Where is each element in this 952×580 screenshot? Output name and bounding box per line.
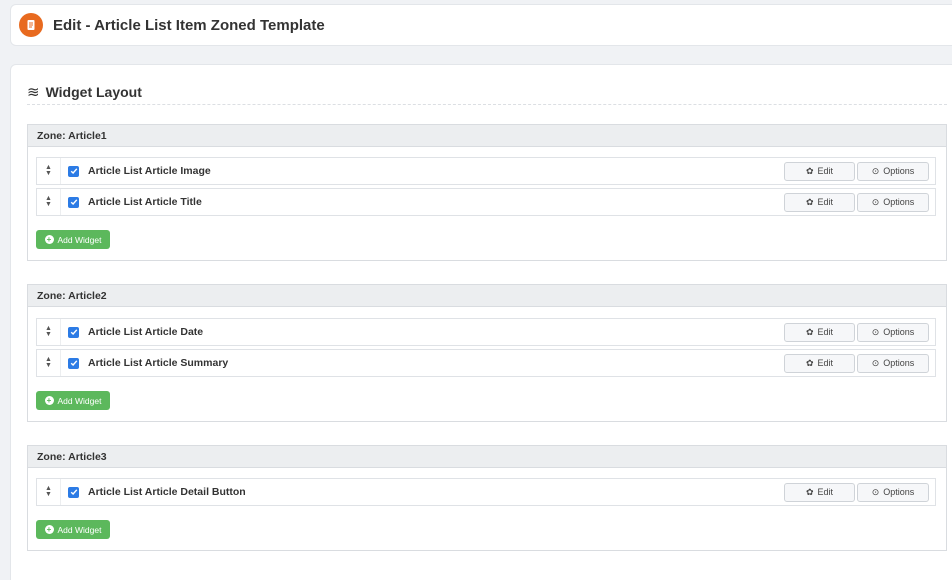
widget-row: ▲ ▼ Article List Article Title ✿ Edit ⊙ Opt… bbox=[36, 188, 936, 216]
options-button[interactable]: ⊙ Options bbox=[857, 353, 929, 373]
widget-checkbox[interactable] bbox=[68, 357, 79, 369]
gear-icon: ✿ bbox=[805, 486, 814, 497]
widget-layout-card: ≋ Widget Layout Zone: Article1 ▲ ▼ Articl… bbox=[10, 64, 952, 580]
options-icon: ⊙ bbox=[871, 486, 880, 497]
widget-row: ▲ ▼ Article List Article Detail Button ✿ E… bbox=[36, 478, 936, 506]
plus-icon: + bbox=[44, 396, 54, 405]
add-widget-button[interactable]: + Add Widget bbox=[36, 391, 110, 410]
drag-handle-icon[interactable]: ▲ ▼ bbox=[37, 158, 61, 184]
widget-label: Article List Article Date bbox=[88, 326, 204, 338]
edit-button[interactable]: ✿ Edit bbox=[784, 322, 855, 342]
widget-checkbox[interactable] bbox=[68, 486, 79, 498]
add-widget-button[interactable]: + Add Widget bbox=[36, 520, 110, 539]
gear-icon: ✿ bbox=[805, 196, 814, 207]
gear-icon: ✿ bbox=[805, 326, 814, 337]
edit-button[interactable]: ✿ Edit bbox=[784, 192, 855, 212]
page-header: Edit - Article List Item Zoned Template bbox=[10, 4, 952, 46]
options-icon: ⊙ bbox=[871, 196, 880, 207]
edit-button[interactable]: ✿ Edit bbox=[784, 161, 855, 181]
widget-label: Article List Article Summary bbox=[88, 357, 229, 369]
page-title: Edit - Article List Item Zoned Template bbox=[53, 16, 325, 34]
widget-label: Article List Article Image bbox=[88, 165, 211, 177]
options-icon: ⊙ bbox=[871, 357, 880, 368]
section-title-label: Widget Layout bbox=[45, 83, 142, 100]
plus-icon: + bbox=[44, 525, 54, 534]
document-icon bbox=[19, 13, 43, 37]
gear-icon: ✿ bbox=[805, 165, 814, 176]
drag-handle-icon[interactable]: ▲ ▼ bbox=[37, 350, 61, 376]
widget-row: ▲ ▼ Article List Article Summary ✿ Edit ⊙ O… bbox=[36, 349, 936, 377]
drag-handle-icon[interactable]: ▲ ▼ bbox=[37, 479, 61, 505]
zone-article3: Zone: Article3 ▲ ▼ Article List Article D… bbox=[27, 445, 947, 551]
section-title: ≋ Widget Layout bbox=[27, 79, 947, 105]
options-icon: ⊙ bbox=[871, 165, 880, 176]
drag-handle-icon[interactable]: ▲ ▼ bbox=[37, 189, 61, 215]
widget-label: Article List Article Detail Button bbox=[88, 486, 246, 498]
options-button[interactable]: ⊙ Options bbox=[857, 192, 929, 212]
widget-checkbox[interactable] bbox=[68, 326, 79, 338]
layers-icon: ≋ bbox=[27, 83, 40, 101]
options-button[interactable]: ⊙ Options bbox=[857, 482, 929, 502]
add-widget-button[interactable]: + Add Widget bbox=[36, 230, 110, 249]
edit-button[interactable]: ✿ Edit bbox=[784, 353, 855, 373]
widget-row: ▲ ▼ Article List Article Image ✿ Edit ⊙ Opt… bbox=[36, 157, 936, 185]
widget-row: ▲ ▼ Article List Article Date ✿ Edit ⊙ Opti… bbox=[36, 318, 936, 346]
widget-label: Article List Article Title bbox=[88, 196, 202, 208]
options-button[interactable]: ⊙ Options bbox=[857, 322, 929, 342]
zone-article2: Zone: Article2 ▲ ▼ Article List Article D… bbox=[27, 284, 947, 422]
zone-header: Zone: Article1 bbox=[28, 125, 946, 147]
zone-header: Zone: Article2 bbox=[28, 285, 946, 307]
drag-handle-icon[interactable]: ▲ ▼ bbox=[37, 319, 61, 345]
widget-checkbox[interactable] bbox=[68, 196, 79, 208]
options-button[interactable]: ⊙ Options bbox=[857, 161, 929, 181]
widget-checkbox[interactable] bbox=[68, 165, 79, 177]
zone-header: Zone: Article3 bbox=[28, 446, 946, 468]
zone-article1: Zone: Article1 ▲ ▼ Article List Article I… bbox=[27, 124, 947, 261]
edit-button[interactable]: ✿ Edit bbox=[784, 482, 855, 502]
options-icon: ⊙ bbox=[871, 326, 880, 337]
plus-icon: + bbox=[44, 235, 54, 244]
gear-icon: ✿ bbox=[805, 357, 814, 368]
